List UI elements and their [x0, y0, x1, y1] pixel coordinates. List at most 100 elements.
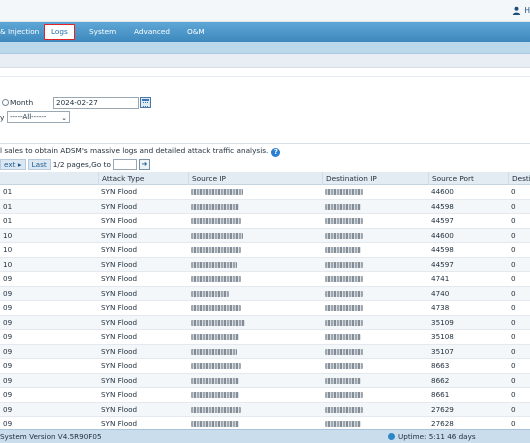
cell-time: 09 [3, 317, 13, 327]
cell-source-port: 44597 [431, 216, 454, 225]
uptime-icon [388, 433, 395, 440]
cell-destination-ip [322, 403, 428, 418]
cell-destination-ip [322, 388, 428, 403]
table-row[interactable]: 01 SYN Flood 44598 0 [0, 199, 530, 215]
cell-source-port: 8661 [431, 390, 450, 399]
column-header-destination-port[interactable]: Destin [508, 172, 530, 185]
cell-attack-type: SYN Flood [101, 332, 138, 341]
pagination: ext ▸ Last 1/2 pages,Go to ➜ [0, 158, 150, 170]
type-filter-label: y [0, 113, 5, 122]
last-page-button[interactable]: Last [27, 158, 51, 170]
cell-destination-port: 0 [511, 230, 516, 240]
cell-attack-type: SYN Flood [101, 404, 138, 414]
user-menu[interactable]: H [512, 3, 530, 17]
cell-destination-port: 0 [511, 404, 516, 414]
redacted-ip [191, 377, 239, 384]
cell-source-ip [188, 287, 322, 302]
column-header-source-port[interactable]: Source Port [428, 172, 508, 185]
cell-attack-type: SYN Flood [101, 390, 138, 399]
redacted-ip [191, 276, 241, 282]
table-row[interactable]: 01 SYN Flood 44597 0 [0, 214, 530, 229]
uptime: Uptime: 5:11 46 days [388, 430, 476, 443]
cell-source-ip [188, 258, 322, 273]
type-select[interactable]: -----All------ ⌄ [7, 111, 70, 123]
redacted-ip [325, 421, 361, 427]
table-row[interactable]: 09 SYN Flood 27629 0 [0, 402, 530, 418]
column-header-time[interactable] [0, 172, 98, 185]
cell-attack-type: SYN Flood [101, 274, 138, 283]
table-row[interactable]: 09 SYN Flood 4738 0 [0, 301, 530, 316]
cell-time: 09 [3, 361, 13, 370]
table-row[interactable]: 09 SYN Flood 35108 0 [0, 330, 530, 345]
cell-source-ip [188, 316, 322, 331]
table-row[interactable]: 09 SYN Flood 35109 0 [0, 315, 530, 331]
cell-time: 09 [3, 390, 13, 399]
table-row[interactable]: 09 SYN Flood 35107 0 [0, 344, 530, 360]
table-row[interactable]: 01 SYN Flood 44600 0 [0, 185, 530, 200]
nav-tab-system[interactable]: System [89, 22, 116, 42]
redacted-ip [191, 363, 241, 369]
table-row[interactable]: 09 SYN Flood 4740 0 [0, 286, 530, 302]
cell-time: 09 [3, 274, 13, 283]
cell-destination-port: 0 [511, 375, 516, 385]
cell-source-ip [188, 403, 322, 418]
info-icon[interactable]: ? [271, 148, 281, 157]
cell-time: 10 [3, 230, 13, 240]
cell-destination-ip [322, 301, 428, 316]
cell-destination-ip [322, 287, 428, 302]
cell-time: 09 [3, 332, 13, 341]
column-header-destination-ip[interactable]: Destination IP [322, 172, 428, 185]
cell-destination-port: 0 [511, 216, 516, 225]
user-initial: H [524, 5, 530, 15]
cell-source-ip [188, 200, 322, 215]
date-input[interactable]: 2024-02-27 [53, 97, 139, 109]
cell-destination-ip [322, 359, 428, 374]
cell-time: 09 [3, 404, 13, 414]
cell-destination-port: 0 [511, 303, 516, 312]
cell-source-ip [188, 330, 322, 345]
table-row[interactable]: 09 SYN Flood 8661 0 [0, 388, 530, 403]
cell-attack-type: SYN Flood [101, 216, 138, 225]
cell-source-ip [188, 359, 322, 374]
table-row[interactable]: 10 SYN Flood 44600 0 [0, 228, 530, 243]
cell-source-ip [188, 214, 322, 229]
redacted-ip [191, 189, 243, 195]
table-header: Attack Type Source IP Destination IP Sou… [0, 172, 530, 185]
table-row[interactable]: 10 SYN Flood 44597 0 [0, 257, 530, 273]
redacted-ip [191, 232, 243, 239]
cell-attack-type: SYN Flood [101, 259, 138, 269]
redacted-ip [191, 406, 241, 413]
table-row[interactable]: 09 SYN Flood 4741 0 [0, 272, 530, 287]
column-header-source-ip[interactable]: Source IP [188, 172, 322, 185]
notice-message: l sales to obtain ADSM's massive logs an… [0, 146, 269, 155]
column-header-attack-type[interactable]: Attack Type [98, 172, 188, 185]
nav-tab-advanced[interactable]: Advanced [134, 22, 170, 42]
nav-tab-om[interactable]: O&M [187, 22, 205, 42]
redacted-ip [325, 319, 363, 326]
cell-source-ip [188, 185, 322, 200]
table-row[interactable]: 09 SYN Flood 8662 0 [0, 373, 530, 388]
cell-destination-ip [322, 345, 428, 360]
status-bar: System Version V4.5R90F05 Uptime: 5:11 4… [0, 429, 530, 443]
cell-source-port: 35109 [431, 317, 454, 327]
calendar-icon[interactable] [140, 97, 151, 108]
divider [0, 76, 530, 77]
cell-destination-port: 0 [511, 317, 516, 327]
cell-source-port: 4741 [431, 274, 450, 283]
cell-attack-type: SYN Flood [101, 187, 138, 196]
table-row[interactable]: 09 SYN Flood 8663 0 [0, 359, 530, 374]
month-radio[interactable] [2, 99, 9, 106]
nav-tab-logs[interactable]: Logs [44, 24, 75, 40]
table-row[interactable]: 10 SYN Flood 44598 0 [0, 243, 530, 258]
goto-page-button[interactable]: ➜ [138, 158, 150, 170]
redacted-ip [325, 406, 363, 413]
cell-source-port: 4738 [431, 303, 450, 312]
cell-source-ip [188, 301, 322, 316]
cell-destination-ip [322, 258, 428, 273]
redacted-ip [191, 348, 237, 355]
nav-tab-injection[interactable]: & Injection [0, 22, 39, 42]
goto-page-input[interactable] [112, 158, 137, 170]
cell-source-port: 8662 [431, 375, 450, 385]
next-page-button[interactable]: ext ▸ [0, 158, 26, 170]
cell-time: 09 [3, 303, 13, 312]
